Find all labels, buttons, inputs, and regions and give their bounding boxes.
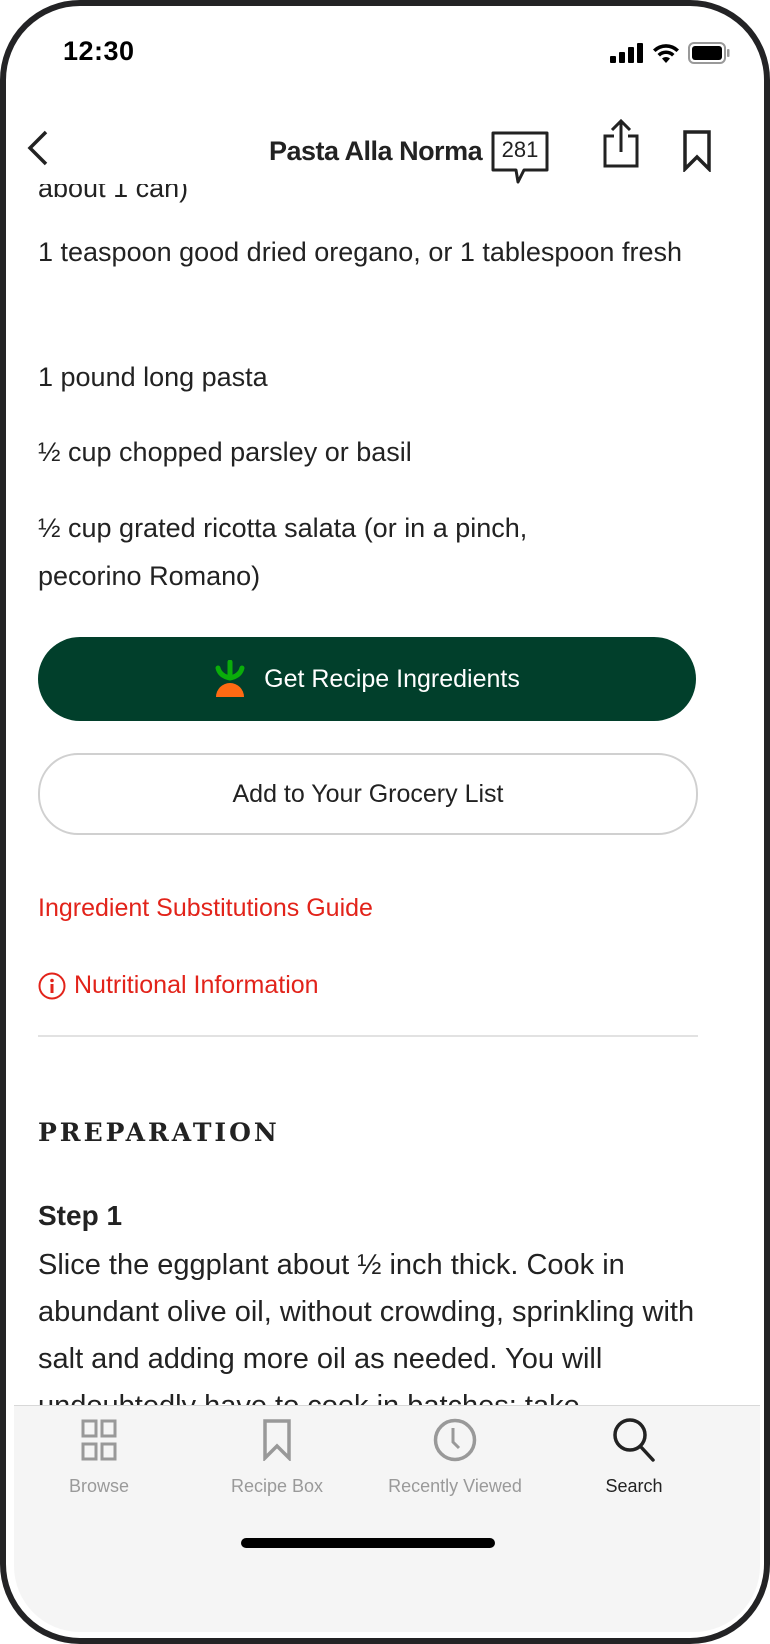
comment-count: 281 — [501, 137, 539, 162]
phone-bezel — [0, 0, 770, 1644]
back-chevron-icon[interactable] — [26, 130, 50, 166]
search-icon — [613, 1418, 655, 1462]
home-indicator[interactable] — [241, 1538, 495, 1548]
share-icon[interactable] — [602, 118, 640, 168]
tab-recipe-box[interactable]: Recipe Box — [187, 1406, 367, 1497]
tab-bar: Browse Recipe Box Recently Viewed Search — [14, 1405, 760, 1632]
recipe-header: Pasta Alla Norma 281 — [14, 104, 760, 184]
bookmark-icon[interactable] — [682, 130, 712, 172]
tab-label: Browse — [68, 1476, 130, 1496]
tab-label: Search — [605, 1476, 663, 1496]
phone-frame: 12:30 about 1 can) 1 teaspoon good dried… — [0, 0, 770, 1644]
grid-icon — [81, 1419, 117, 1461]
tab-label: Recipe Box — [230, 1476, 324, 1496]
tab-browse[interactable]: Browse — [14, 1406, 189, 1497]
bookmark-icon — [263, 1419, 291, 1461]
tab-search[interactable]: Search — [544, 1406, 724, 1497]
tab-recently-viewed[interactable]: Recently Viewed — [365, 1406, 545, 1497]
page-title: Pasta Alla Norma — [269, 136, 483, 166]
tab-label: Recently Viewed — [388, 1476, 522, 1496]
comments-button[interactable]: 281 — [490, 130, 550, 186]
clock-icon — [433, 1418, 477, 1462]
